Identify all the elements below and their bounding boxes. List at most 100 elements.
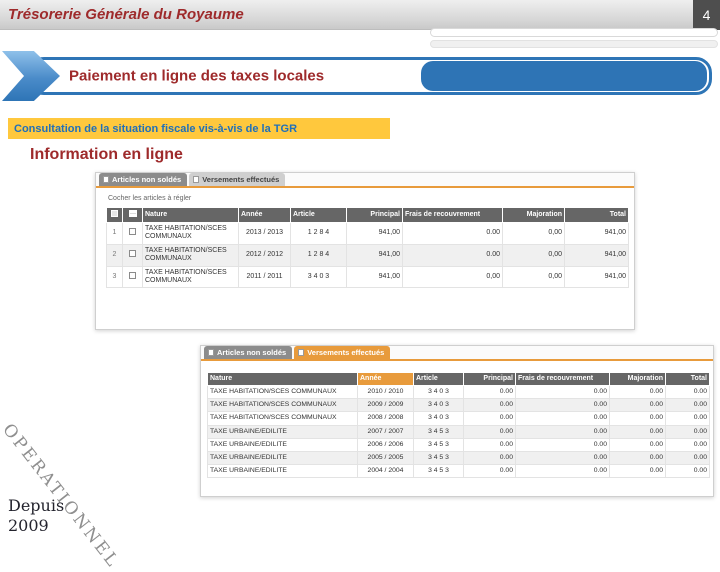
grid-icon	[128, 210, 137, 217]
cell-principal: 0.00	[463, 437, 516, 452]
cell-frais: 0.00	[402, 222, 503, 245]
grid-header	[122, 206, 143, 224]
tab-label: Versements effectués	[202, 175, 280, 184]
tab-versements-effectues[interactable]: Versements effectués	[189, 173, 286, 186]
banner-accent	[421, 61, 707, 91]
table-row: TAXE HABITATION/SCES COMMUNAUX 2010 / 20…	[207, 385, 710, 400]
cell-nature: TAXE URBAINE/EDILITE	[207, 450, 358, 465]
table-row: 1 TAXE HABITATION/SCES COMMUNAUX 2013 / …	[106, 222, 629, 245]
document-icon	[208, 349, 214, 356]
table-row: 3 TAXE HABITATION/SCES COMMUNAUX 2011 / …	[106, 265, 629, 289]
checkbox[interactable]	[129, 250, 136, 258]
cell-article: 3 4 5 3	[413, 450, 464, 465]
table-header-row: Nature Année Article Principal Frais de …	[106, 206, 629, 224]
highlight-text: Consultation de la situation fiscale vis…	[14, 122, 298, 135]
cell-frais: 0.00	[515, 411, 610, 426]
col-annee[interactable]: Année	[357, 371, 414, 387]
cell-nature: TAXE HABITATION/SCES COMMUNAUX	[142, 243, 239, 267]
cell-principal: 0.00	[463, 411, 516, 426]
screenshot-articles-non-soldes: Articles non soldés Versements effectués…	[95, 172, 635, 330]
table-row: TAXE HABITATION/SCES COMMUNAUX 2008 / 20…	[207, 411, 710, 426]
col-article: Article	[413, 371, 464, 387]
document-icon	[298, 349, 305, 356]
checkbox[interactable]	[129, 228, 136, 236]
table-row: TAXE URBAINE/EDILITE 2006 / 2006 3 4 5 3…	[207, 437, 710, 452]
cell-principal: 0.00	[463, 424, 516, 439]
col-total: Total	[564, 206, 629, 224]
cell-article: 3 4 5 3	[413, 437, 464, 452]
tab-versements-effectues[interactable]: Versements effectués	[294, 346, 391, 359]
cell-majoration: 0.00	[609, 411, 666, 426]
tab-label: Articles non soldés	[217, 348, 287, 357]
banner-title: Paiement en ligne des taxes locales	[69, 67, 325, 85]
cell-frais: 0.00	[515, 437, 610, 452]
col-majoration: Majoration	[502, 206, 565, 224]
table-row: TAXE URBAINE/EDILITE 2007 / 2007 3 4 5 3…	[207, 424, 710, 439]
decorative-bar	[430, 40, 718, 48]
cell-article: 3 4 5 3	[413, 424, 464, 439]
row-number: 1	[106, 222, 123, 245]
checkbox-cell	[122, 243, 143, 267]
cell-total: 0.00	[665, 385, 710, 400]
col-nature: Nature	[142, 206, 239, 224]
checkbox-cell	[122, 222, 143, 245]
col-majoration: Majoration	[609, 371, 666, 387]
cell-annee: 2013 / 2013	[238, 222, 291, 245]
document-icon	[193, 176, 200, 183]
decorative-bar	[430, 28, 718, 37]
cell-nature: TAXE HABITATION/SCES COMMUNAUX	[142, 222, 239, 245]
select-all-header[interactable]	[106, 206, 123, 224]
cell-majoration: 0.00	[609, 385, 666, 400]
checkbox-icon	[111, 210, 118, 217]
tab-label: Versements effectués	[307, 348, 385, 357]
cell-nature: TAXE URBAINE/EDILITE	[207, 424, 358, 439]
cell-majoration: 0.00	[609, 398, 666, 413]
footer-caption-line2: 2009	[8, 516, 49, 535]
cell-total: 0.00	[665, 463, 710, 479]
cell-principal: 0.00	[463, 398, 516, 413]
document-icon	[103, 176, 109, 183]
cell-majoration: 0,00	[502, 243, 565, 267]
slide-number: 4	[693, 0, 720, 30]
cell-nature: TAXE URBAINE/EDILITE	[207, 437, 358, 452]
col-nature: Nature	[207, 371, 358, 387]
table-row: TAXE URBAINE/EDILITE 2004 / 2004 3 4 5 3…	[207, 463, 710, 479]
cell-total: 941,00	[564, 243, 629, 267]
cell-principal: 941,00	[346, 243, 403, 267]
cell-total: 0.00	[665, 450, 710, 465]
screenshot-versements-effectues: Articles non soldés Versements effectués…	[200, 345, 714, 497]
cell-frais: 0.00	[515, 463, 610, 479]
slide: Trésorerie Générale du Royaume 4 Paiemen…	[0, 0, 720, 572]
cell-nature: TAXE URBAINE/EDILITE	[207, 463, 358, 479]
tab-articles-non-soldes[interactable]: Articles non soldés	[204, 346, 293, 359]
footer-caption: Depuis 2009	[8, 496, 64, 536]
page-title: Trésorerie Générale du Royaume	[8, 6, 244, 23]
cell-nature: TAXE HABITATION/SCES COMMUNAUX	[207, 411, 358, 426]
col-frais: Frais de recouvrement	[515, 371, 610, 387]
cell-principal: 941,00	[346, 265, 403, 289]
cell-annee: 2011 / 2011	[238, 265, 291, 289]
cell-majoration: 0,00	[502, 222, 565, 245]
screenshot-body: Nature Année Article Principal Frais de …	[207, 371, 710, 479]
col-annee: Année	[238, 206, 291, 224]
cell-frais: 0,00	[402, 265, 503, 289]
col-principal: Principal	[346, 206, 403, 224]
cell-principal: 941,00	[346, 222, 403, 245]
cell-total: 0.00	[665, 437, 710, 452]
banner: Paiement en ligne des taxes locales	[28, 57, 712, 95]
tab-articles-non-soldes[interactable]: Articles non soldés	[99, 173, 188, 186]
tab-bar: Articles non soldés Versements effectués	[201, 346, 713, 361]
slide-header: Trésorerie Générale du Royaume 4	[0, 0, 720, 30]
row-number: 2	[106, 243, 123, 267]
table-row: TAXE HABITATION/SCES COMMUNAUX 2009 / 20…	[207, 398, 710, 413]
col-total: Total	[665, 371, 710, 387]
checkbox[interactable]	[129, 271, 136, 279]
cell-majoration: 0.00	[609, 424, 666, 439]
col-principal: Principal	[463, 371, 516, 387]
cell-frais: 0.00	[515, 398, 610, 413]
cell-frais: 0.00	[515, 450, 610, 465]
screenshot-body: Cocher les articles à régler Nature Anné…	[106, 193, 629, 289]
cell-article: 3 4 0 3	[290, 265, 347, 289]
cell-annee: 2012 / 2012	[238, 243, 291, 267]
cell-annee: 2009 / 2009	[357, 398, 414, 413]
